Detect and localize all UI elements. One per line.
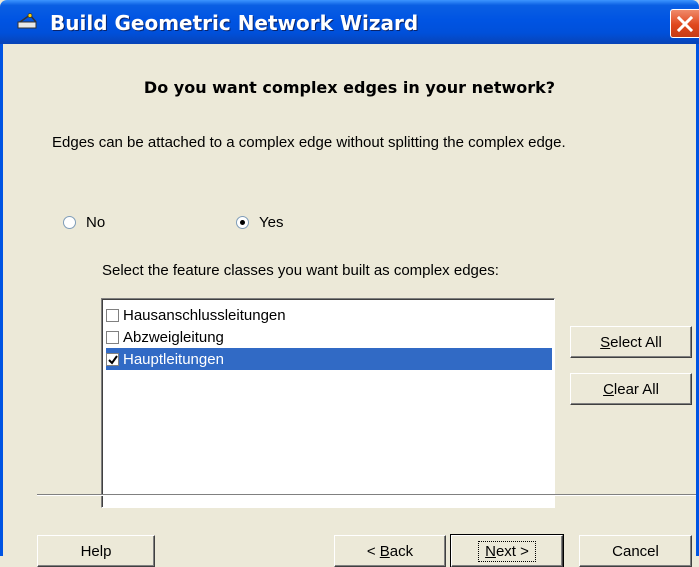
network-wizard-icon	[17, 13, 37, 29]
radio-no-label: No	[86, 214, 106, 231]
wizard-description: Edges can be attached to a complex edge …	[52, 134, 566, 151]
select-all-label: elect All	[610, 333, 662, 351]
title-bar[interactable]: Build Geometric Network Wizard	[0, 0, 699, 44]
radio-yes-circle[interactable]	[236, 216, 249, 229]
clear-all-mnemonic: C	[603, 380, 614, 398]
checkbox[interactable]	[106, 308, 119, 322]
help-label: Help	[80, 542, 112, 560]
list-item-selected[interactable]: Hauptleitungen	[106, 348, 552, 370]
back-label: ack	[389, 542, 414, 560]
back-mnemonic: B	[379, 542, 390, 560]
radio-no-circle[interactable]	[63, 216, 76, 229]
clear-all-button[interactable]: Clear All	[570, 373, 692, 405]
checkbox-checked[interactable]	[106, 352, 119, 366]
close-icon	[677, 16, 693, 32]
wizard-window: Build Geometric Network Wizard Do you wa…	[0, 0, 699, 567]
feature-class-list[interactable]: Hausanschlussleitungen Abzweigleitung Ha…	[101, 298, 555, 508]
wizard-question: Do you want complex edges in your networ…	[143, 78, 556, 97]
cancel-button[interactable]: Cancel	[579, 535, 692, 567]
back-prefix: <	[366, 542, 380, 560]
radio-yes[interactable]: Yes	[236, 214, 283, 231]
list-item-label: Hausanschlussleitungen	[123, 306, 286, 324]
checkmark-icon	[108, 354, 118, 365]
cancel-label: Cancel	[612, 542, 659, 560]
window-title: Build Geometric Network Wizard	[50, 11, 419, 35]
footer-separator	[37, 494, 696, 496]
clear-all-label: lear All	[613, 380, 659, 398]
next-mnemonic: N	[485, 542, 496, 560]
close-button[interactable]	[670, 9, 699, 38]
next-label: ext >	[495, 542, 529, 560]
next-button[interactable]: Next >	[450, 534, 564, 567]
select-all-button[interactable]: Select All	[570, 326, 692, 358]
list-item-label: Abzweigleitung	[123, 328, 224, 346]
help-button[interactable]: Help	[37, 535, 155, 567]
list-item-label: Hauptleitungen	[123, 350, 226, 368]
list-item[interactable]: Hausanschlussleitungen	[106, 304, 552, 326]
feature-class-prompt: Select the feature classes you want buil…	[102, 262, 499, 279]
radio-no[interactable]: No	[63, 214, 105, 231]
select-all-mnemonic: S	[600, 333, 611, 351]
back-button[interactable]: < Back	[334, 535, 446, 567]
list-item[interactable]: Abzweigleitung	[106, 326, 552, 348]
radio-yes-label: Yes	[259, 214, 284, 231]
checkbox[interactable]	[106, 330, 119, 344]
window-border-left	[0, 44, 3, 556]
